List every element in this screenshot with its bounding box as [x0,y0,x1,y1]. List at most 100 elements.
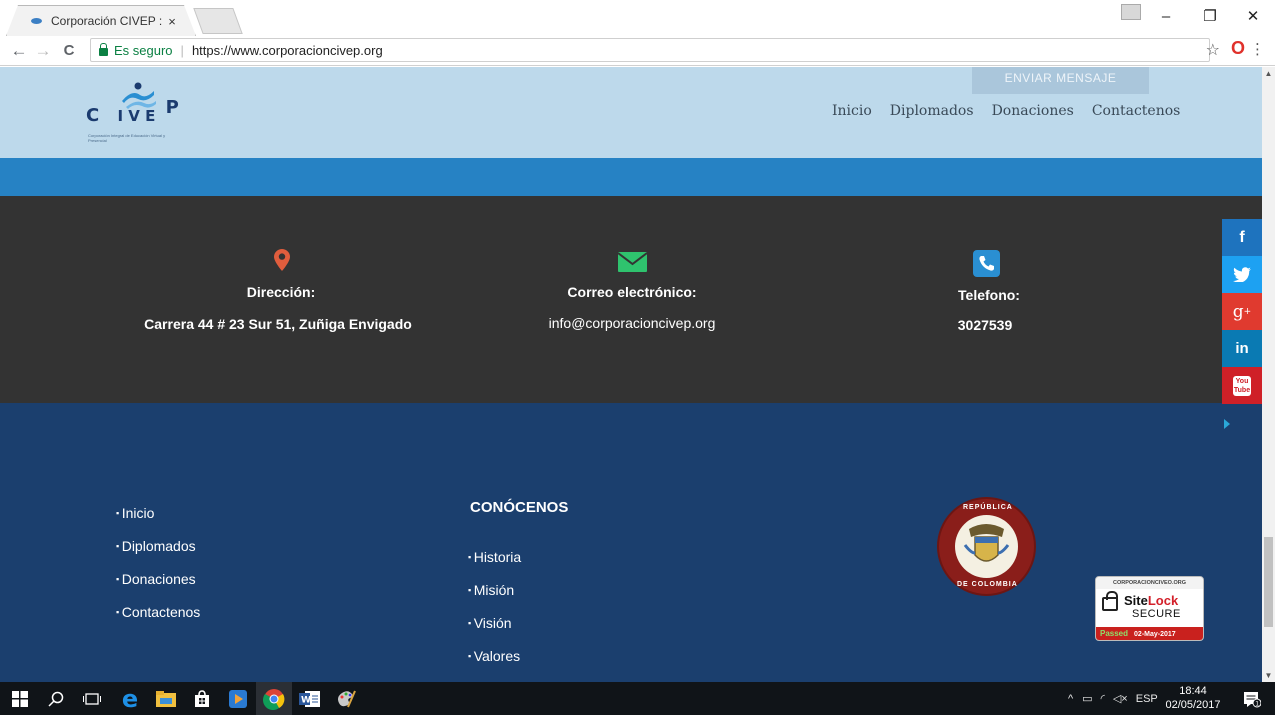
seal-top-text: REPÚBLICA [963,504,1013,511]
logo-tagline: Corporación Integral de Educación Virtua… [88,133,166,143]
sitelock-passed: Passed [1100,629,1129,638]
volume-icon[interactable]: ◁× [1113,692,1128,705]
search-icon[interactable] [38,682,74,715]
back-arrow-icon[interactable]: ← [8,40,30,62]
wifi-icon[interactable]: ◜ [1101,692,1105,705]
browser-tab[interactable]: Corporación CIVEP : Som × [6,5,196,36]
address-value: Carrera 44 # 23 Sur 51, Zuñiga Envigado [144,316,412,332]
address-label: Dirección: [246,284,316,300]
contact-section: Dirección: Carrera 44 # 23 Sur 51, Zuñig… [0,196,1262,403]
taskbar-clock[interactable]: 18:44 02/05/2017 [1165,684,1221,712]
footer-link-inicio[interactable]: Inicio [116,505,200,538]
menu-icon[interactable]: ⋮ [1250,40,1265,58]
site-footer: Inicio Diplomados Donaciones Contactenos… [0,403,1262,682]
twitter-icon[interactable] [1222,256,1262,293]
nav-contactenos[interactable]: Contactenos [1092,103,1181,119]
page-viewport: ENVIAR MENSAJE C I V E P Corporación Int… [0,67,1262,682]
tab-title: Corporación CIVEP : Som [51,14,163,28]
star-icon[interactable]: ☆ [1206,40,1220,60]
word-icon[interactable]: W [292,682,328,715]
sitelock-secure: SECURE [1132,608,1181,620]
svg-text:W: W [301,695,311,705]
clock-date: 02/05/2017 [1165,699,1221,711]
tab-close-icon[interactable]: × [163,14,181,29]
reload-icon[interactable]: C [58,40,80,62]
about-link-historia[interactable]: Historia [468,549,521,582]
social-sidebar: f g + in You Tube [1222,219,1262,404]
clock-time: 18:44 [1179,685,1207,697]
sitelock-date: 02-May-2017 [1134,631,1176,638]
edge-icon[interactable]: e [112,682,148,715]
sitelock-badge[interactable]: CORPORACIONCIVEO.ORG SiteLock SECURE Pas… [1095,576,1204,641]
page-scrollbar[interactable]: ▲ ▼ [1262,67,1275,682]
address-bar[interactable]: Es seguro | https://www.corporacioncivep… [90,38,1210,62]
store-icon[interactable] [184,682,220,715]
sitelock-brand-lock: Lock [1147,593,1179,608]
url-text[interactable]: https://www.corporacioncivep.org [192,43,383,58]
logo-letter-p: P [165,97,179,118]
sitelock-brand: SiteLock [1124,593,1178,608]
footer-link-diplomados[interactable]: Diplomados [116,538,200,571]
main-nav: Inicio Diplomados Donaciones Contactenos [832,103,1180,119]
lock-icon [99,42,108,56]
coat-of-arms-icon [955,515,1018,578]
site-favicon-icon [29,15,45,27]
scroll-thumb[interactable] [1264,537,1273,627]
about-link-vision[interactable]: Visión [468,615,521,648]
seal-bottom-text: DE COLOMBIA [957,581,1018,588]
linkedin-icon[interactable]: in [1222,330,1262,367]
sitelock-brand-site: Site [1124,593,1148,608]
restore-button[interactable]: ❐ [1188,6,1232,28]
file-explorer-icon[interactable] [148,682,184,715]
tray-chevron-icon[interactable]: ^ [1068,693,1073,705]
phone-value: 3027539 [957,317,1013,333]
email-value[interactable]: info@corporacioncivep.org [549,315,716,331]
windows-start-icon[interactable] [2,682,38,715]
browser-tab-bar: Corporación CIVEP : Som × – ❐ ✕ [0,0,1275,36]
logo-letters: C I V E P [86,97,179,126]
chrome-icon[interactable] [256,682,292,715]
logo-letters-ive: I V E [117,107,156,125]
nav-donaciones[interactable]: Donaciones [992,103,1074,119]
opera-icon[interactable]: O [1231,38,1245,59]
colombia-seal: REPÚBLICA DE COLOMBIA [937,497,1036,596]
sitelock-status: Passed 02-May-2017 [1096,627,1203,640]
site-header: ENVIAR MENSAJE C I V E P Corporación Int… [0,67,1262,158]
forward-arrow-icon[interactable]: → [32,40,54,62]
email-label: Correo electrónico: [567,284,697,300]
task-view-icon[interactable] [74,682,110,715]
footer-link-donaciones[interactable]: Donaciones [116,571,200,604]
about-heading: CONÓCENOS [470,499,569,516]
system-tray: ^ ▭ ◜ ◁× ESP [1068,682,1158,715]
google-plus-icon[interactable]: g + [1222,293,1262,330]
about-link-valores[interactable]: Valores [468,648,521,681]
media-player-icon[interactable] [220,682,256,715]
map-pin-icon [274,249,290,271]
scroll-down-icon[interactable]: ▼ [1262,669,1275,682]
profile-icon[interactable] [1121,4,1141,20]
omnibox-separator: | [180,42,184,58]
scroll-up-icon[interactable]: ▲ [1262,67,1275,80]
language-indicator[interactable]: ESP [1136,693,1158,705]
sitelock-domain: CORPORACIONCIVEO.ORG [1096,577,1203,589]
nav-diplomados[interactable]: Diplomados [890,103,974,119]
blue-band [0,158,1262,196]
send-message-button[interactable]: ENVIAR MENSAJE [972,67,1149,94]
paint-icon[interactable] [328,682,364,715]
phone-label: Telefono: [958,287,1020,303]
youtube-icon[interactable]: You Tube [1222,367,1262,404]
footer-link-contactenos[interactable]: Contactenos [116,604,201,637]
browser-toolbar: ← → C Es seguro | https://www.corporacio… [0,36,1275,66]
civep-logo[interactable]: C I V E P Corporación Integral de Educac… [86,81,182,147]
battery-icon[interactable]: ▭ [1082,692,1092,705]
about-link-mision[interactable]: Misión [468,582,521,615]
nav-inicio[interactable]: Inicio [832,103,872,119]
close-window-button[interactable]: ✕ [1231,6,1275,28]
action-center-icon[interactable]: 1 [1234,682,1270,715]
new-tab-button[interactable] [193,8,243,34]
minimize-button[interactable]: – [1144,6,1188,28]
notification-count: 1 [1255,700,1259,707]
social-toggle-arrow-icon[interactable] [1224,419,1230,429]
sitelock-lock-icon [1102,591,1118,611]
facebook-icon[interactable]: f [1222,219,1262,256]
